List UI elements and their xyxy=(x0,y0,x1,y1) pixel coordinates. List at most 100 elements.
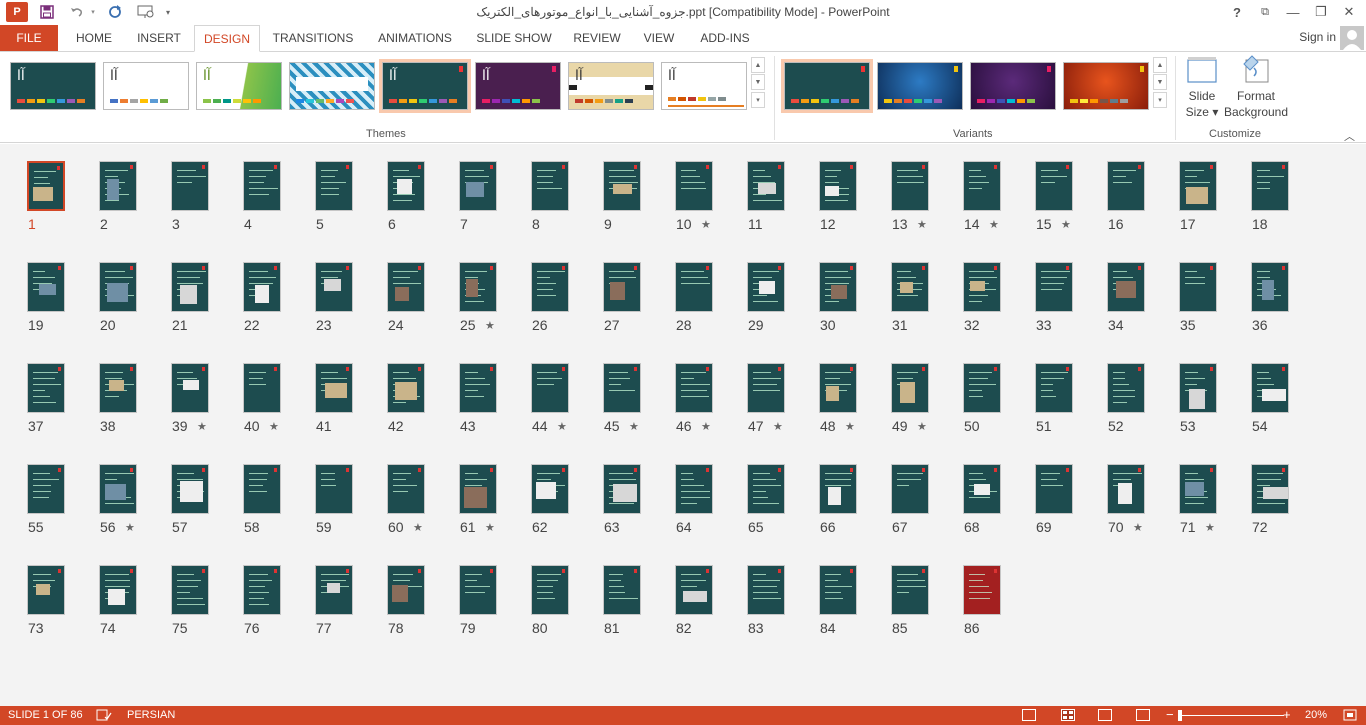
slide-thumbnail[interactable] xyxy=(1251,464,1289,514)
collapse-ribbon-icon[interactable]: ︿ xyxy=(1344,128,1355,144)
slide-counter[interactable]: SLIDE 1 OF 86 xyxy=(8,709,83,721)
slide-thumbnail[interactable] xyxy=(531,363,569,413)
slide-thumbnail[interactable] xyxy=(171,565,209,615)
slide-thumbnail[interactable] xyxy=(1179,464,1217,514)
slide-thumbnail[interactable] xyxy=(963,161,1001,211)
slide-transition-star-icon[interactable]: ★ xyxy=(1061,218,1071,231)
slide-thumbnail[interactable] xyxy=(171,161,209,211)
slide-thumbnail[interactable] xyxy=(243,161,281,211)
slide-thumbnail[interactable] xyxy=(819,161,857,211)
sign-in-link[interactable]: Sign in xyxy=(1299,30,1336,44)
slide-thumbnail[interactable] xyxy=(387,363,425,413)
tab-insert[interactable]: INSERT xyxy=(130,25,188,51)
slide-thumbnail[interactable] xyxy=(747,464,785,514)
slide-thumbnail[interactable] xyxy=(1035,464,1073,514)
slide-thumbnail[interactable] xyxy=(243,262,281,312)
slide-transition-star-icon[interactable]: ★ xyxy=(845,420,855,433)
themes-scroll-down-icon[interactable]: ▼ xyxy=(751,74,765,90)
slide-thumbnail[interactable] xyxy=(315,161,353,211)
slide-thumbnail[interactable] xyxy=(1035,363,1073,413)
slide-thumbnail[interactable] xyxy=(531,262,569,312)
slide-thumbnail[interactable] xyxy=(1251,262,1289,312)
slide-thumbnail[interactable] xyxy=(603,464,641,514)
slide-thumbnail[interactable] xyxy=(1035,161,1073,211)
slide-transition-star-icon[interactable]: ★ xyxy=(413,521,423,534)
slide-thumbnail[interactable] xyxy=(1251,161,1289,211)
zoom-level[interactable]: 20% xyxy=(1305,709,1327,721)
tab-slide-show[interactable]: SLIDE SHOW xyxy=(470,25,558,51)
format-background-button[interactable]: Format Background xyxy=(1222,54,1290,120)
slide-transition-star-icon[interactable]: ★ xyxy=(917,218,927,231)
help-button[interactable]: ? xyxy=(1222,0,1252,24)
slide-thumbnail[interactable] xyxy=(387,565,425,615)
slide-thumbnail[interactable] xyxy=(531,565,569,615)
close-button[interactable]: ✕ xyxy=(1334,0,1364,24)
minimize-button[interactable]: — xyxy=(1278,0,1308,24)
slide-thumbnail[interactable] xyxy=(459,363,497,413)
slide-thumbnail[interactable] xyxy=(603,262,641,312)
slide-thumbnail[interactable] xyxy=(27,565,65,615)
slide-thumbnail[interactable] xyxy=(603,363,641,413)
slide-thumbnail[interactable] xyxy=(819,363,857,413)
zoom-slider[interactable] xyxy=(1180,715,1284,716)
slide-transition-star-icon[interactable]: ★ xyxy=(557,420,567,433)
variant-thumbnail[interactable] xyxy=(1063,62,1149,110)
theme-thumbnail[interactable]: آا xyxy=(196,62,282,110)
tab-animations[interactable]: ANIMATIONS xyxy=(368,25,462,51)
slide-thumbnail[interactable] xyxy=(459,565,497,615)
slide-thumbnail[interactable] xyxy=(1107,262,1145,312)
slide-thumbnail[interactable] xyxy=(243,363,281,413)
avatar[interactable] xyxy=(1340,26,1364,50)
variant-thumbnail-selected[interactable] xyxy=(781,59,873,113)
slide-transition-star-icon[interactable]: ★ xyxy=(197,420,207,433)
slide-thumbnail[interactable] xyxy=(963,565,1001,615)
slide-thumbnail[interactable] xyxy=(1107,464,1145,514)
slide-thumbnail[interactable] xyxy=(531,161,569,211)
slide-thumbnail[interactable] xyxy=(387,262,425,312)
ribbon-display-options-button[interactable]: ⧉ xyxy=(1250,0,1280,24)
slide-thumbnail[interactable] xyxy=(819,262,857,312)
slide-thumbnail[interactable] xyxy=(891,363,929,413)
slide-thumbnail[interactable] xyxy=(315,464,353,514)
slide-transition-star-icon[interactable]: ★ xyxy=(125,521,135,534)
slide-sorter-view-icon[interactable] xyxy=(1061,709,1075,721)
slide-thumbnail[interactable] xyxy=(27,363,65,413)
slide-thumbnail[interactable] xyxy=(747,262,785,312)
slide-thumbnail[interactable] xyxy=(1179,161,1217,211)
zoom-slider-thumb[interactable] xyxy=(1178,710,1182,721)
slide-thumbnail[interactable] xyxy=(675,565,713,615)
slide-thumbnail[interactable] xyxy=(747,565,785,615)
zoom-in-button[interactable]: + xyxy=(1283,707,1291,722)
slide-thumbnail[interactable] xyxy=(315,565,353,615)
slide-transition-star-icon[interactable]: ★ xyxy=(989,218,999,231)
slide-thumbnail[interactable] xyxy=(171,262,209,312)
zoom-out-button[interactable]: − xyxy=(1166,707,1174,722)
theme-thumbnail[interactable]: آا xyxy=(568,62,654,110)
slide-thumbnail[interactable] xyxy=(1107,363,1145,413)
slide-transition-star-icon[interactable]: ★ xyxy=(1133,521,1143,534)
slide-thumbnail[interactable] xyxy=(747,161,785,211)
slide-thumbnail[interactable] xyxy=(891,161,929,211)
tab-design[interactable]: DESIGN xyxy=(194,25,260,52)
tab-view[interactable]: VIEW xyxy=(636,25,682,51)
slide-thumbnail[interactable] xyxy=(99,262,137,312)
slide-transition-star-icon[interactable]: ★ xyxy=(485,521,495,534)
slide-thumbnail[interactable] xyxy=(603,161,641,211)
slide-thumbnail[interactable] xyxy=(99,161,137,211)
restore-button[interactable]: ❐ xyxy=(1306,0,1336,24)
themes-more-icon[interactable]: ▾ xyxy=(751,92,765,108)
theme-thumbnail[interactable]: آا xyxy=(10,62,96,110)
variants-scroll-up-icon[interactable]: ▲ xyxy=(1153,57,1167,73)
slide-transition-star-icon[interactable]: ★ xyxy=(269,420,279,433)
variant-thumbnail[interactable] xyxy=(970,62,1056,110)
slide-thumbnail[interactable] xyxy=(963,464,1001,514)
slide-transition-star-icon[interactable]: ★ xyxy=(701,420,711,433)
slide-show-view-icon[interactable] xyxy=(1136,709,1150,721)
tab-review[interactable]: REVIEW xyxy=(566,25,628,51)
slide-thumbnail[interactable] xyxy=(747,363,785,413)
slide-thumbnail[interactable] xyxy=(963,262,1001,312)
slide-thumbnail[interactable] xyxy=(459,262,497,312)
notes-view-icon[interactable] xyxy=(1022,709,1036,721)
variants-more-icon[interactable]: ▾ xyxy=(1153,92,1167,108)
slide-transition-star-icon[interactable]: ★ xyxy=(629,420,639,433)
